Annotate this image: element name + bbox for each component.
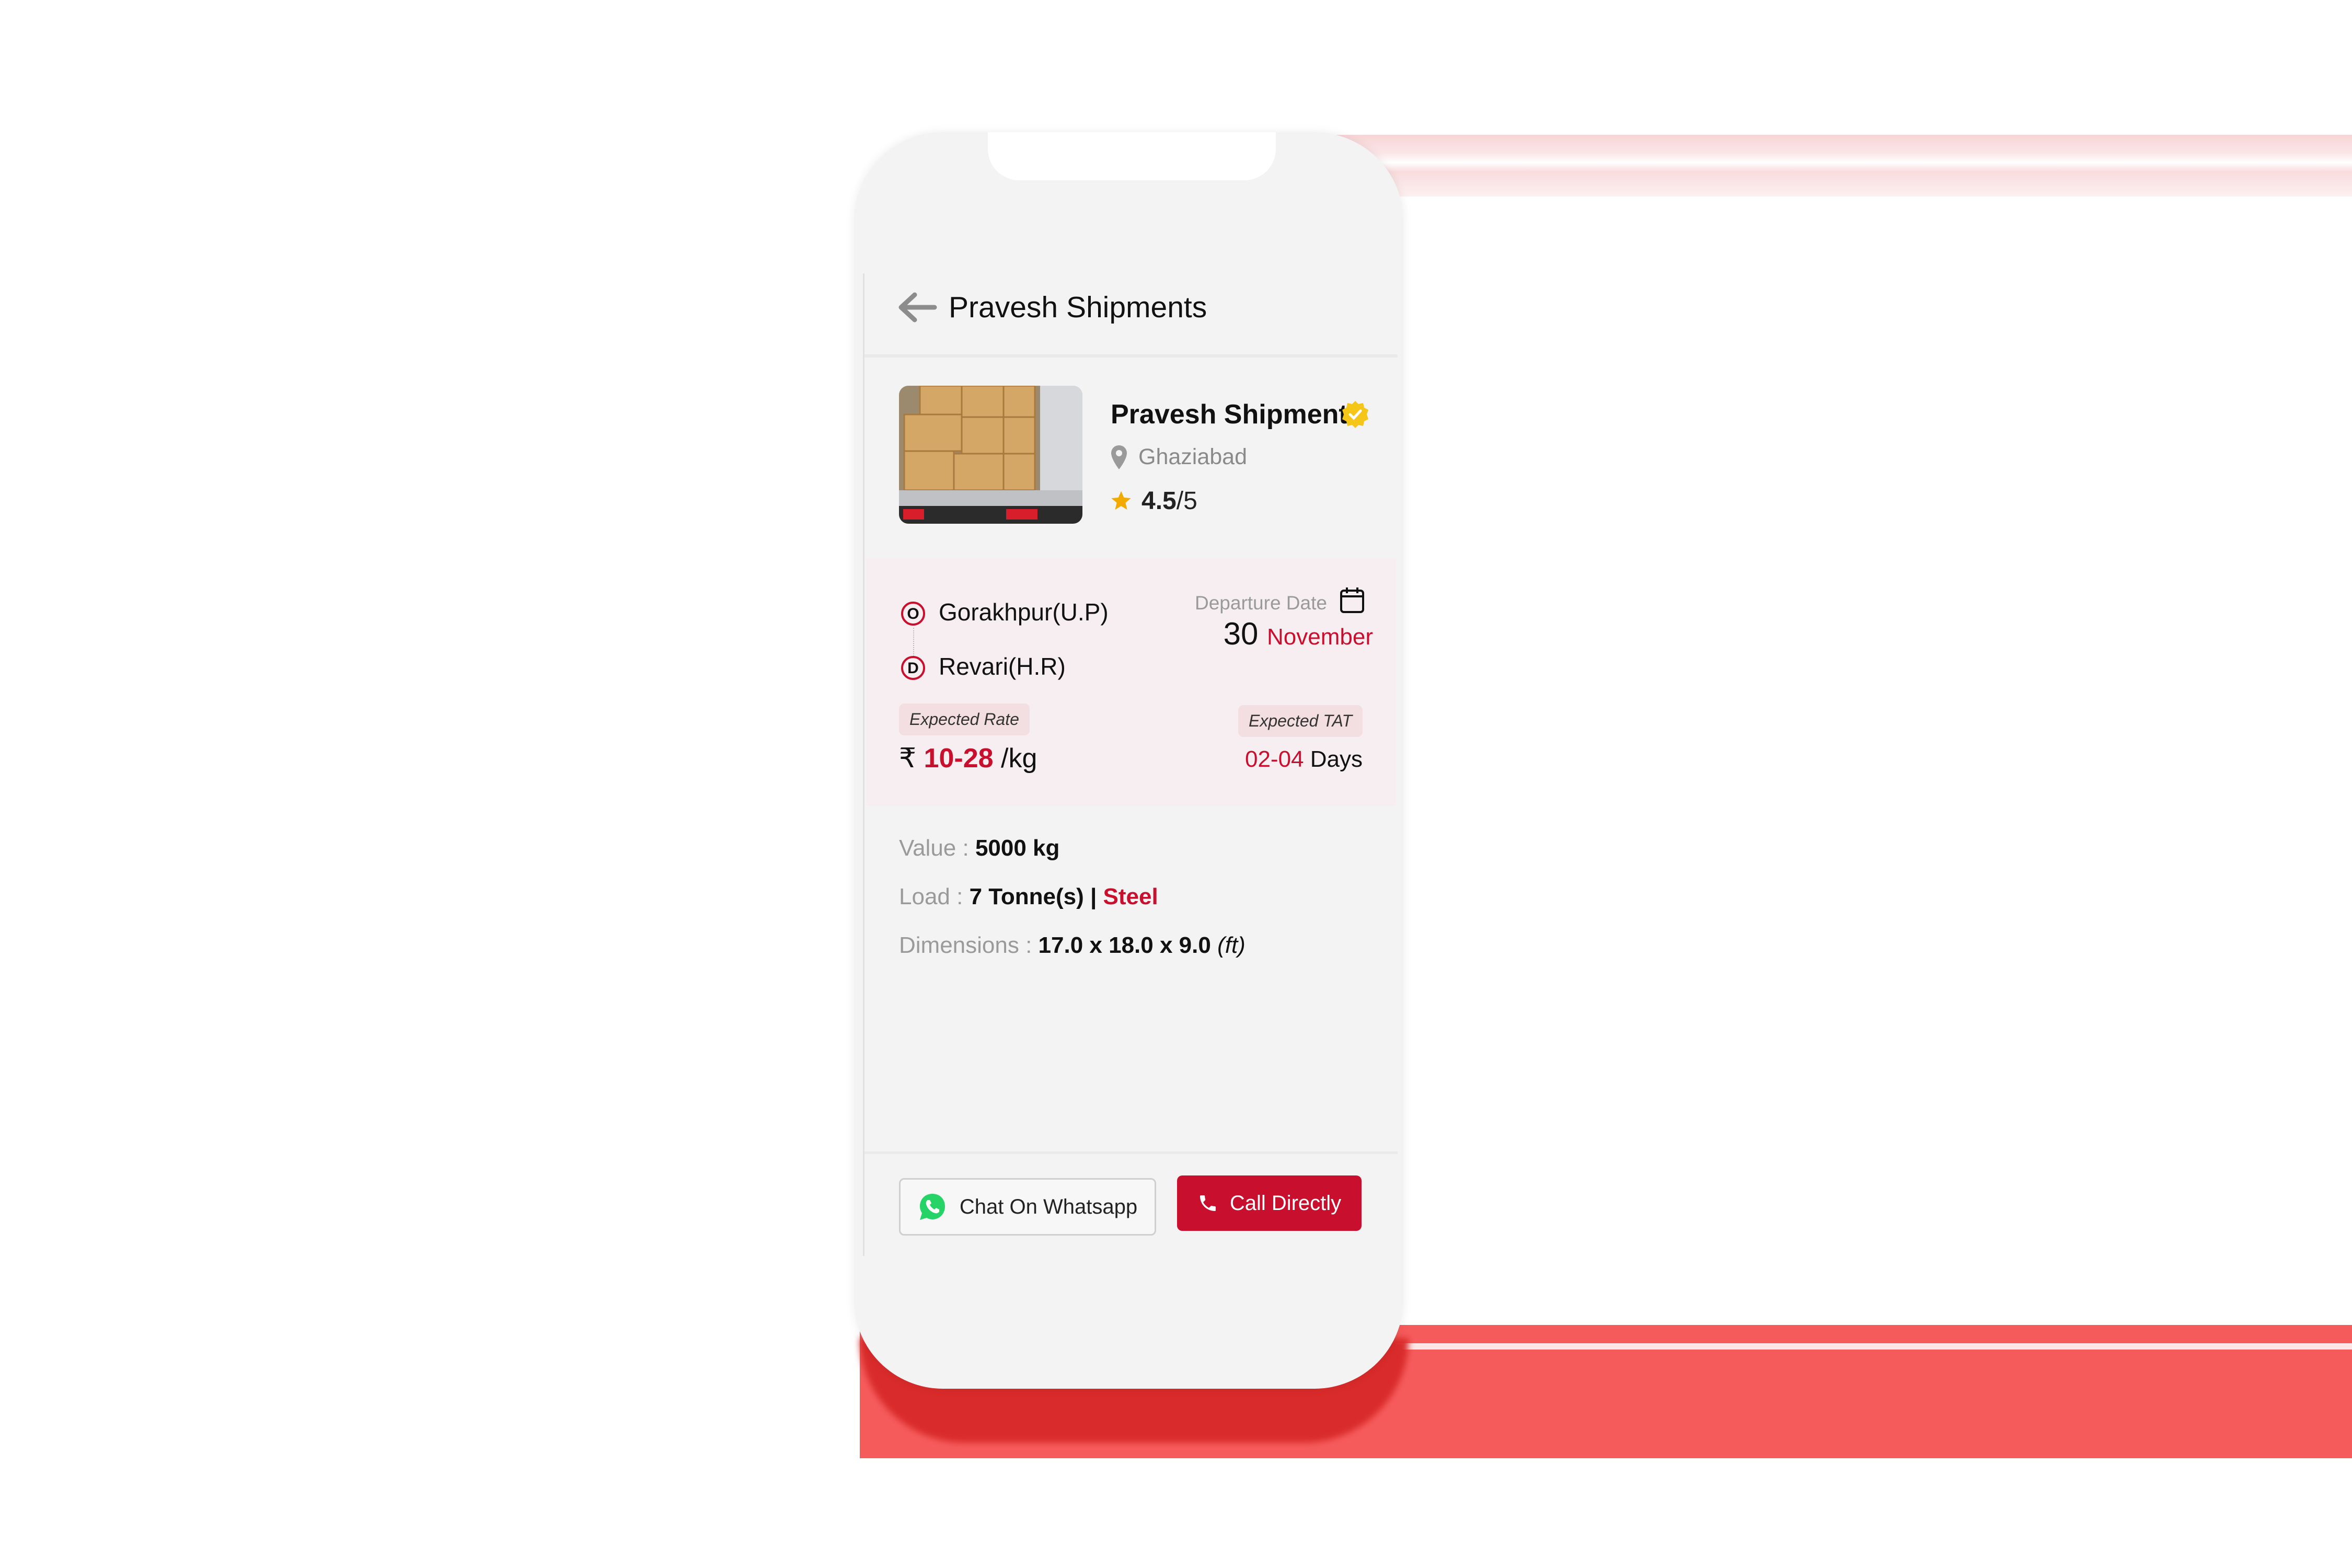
phone-frame: Pravesh Shipments Pravesh Shipments Ghaz… — [854, 132, 1403, 1389]
chat-whatsapp-button[interactable]: Chat On Whatsapp — [899, 1178, 1156, 1236]
rating: 4.5/5 — [1142, 487, 1197, 515]
dimensions-unit: (ft) — [1217, 932, 1246, 958]
whatsapp-button-label: Chat On Whatsapp — [959, 1195, 1138, 1218]
dimensions-row: Dimensions : 17.0 x 18.0 x 9.0 (ft) — [899, 932, 1246, 959]
destination-marker-icon: D — [901, 656, 925, 680]
expected-rate-chip: Expected Rate — [899, 704, 1030, 735]
dimensions-label: Dimensions : — [899, 932, 1039, 958]
page-title: Pravesh Shipments — [949, 291, 1207, 324]
verified-badge-icon — [1342, 401, 1368, 428]
phone-notch — [988, 132, 1276, 180]
phone-icon — [1200, 1195, 1216, 1211]
value-label: Value : — [899, 835, 975, 861]
calendar-icon — [1340, 587, 1364, 613]
value-row: Value : 5000 kg — [899, 835, 1059, 861]
departure-month: November — [1267, 624, 1373, 650]
load-label: Load : — [899, 884, 970, 909]
expected-tat: 02-04 Days — [1245, 746, 1363, 773]
route-connector — [913, 628, 914, 656]
decorative-band-top — [1275, 135, 2352, 197]
shipment-photo — [899, 386, 1082, 524]
rating-value: 4.5 — [1142, 487, 1177, 515]
departure-day: 30 — [1223, 616, 1259, 651]
material: Steel — [1103, 884, 1158, 909]
departure-date: 30 November — [1224, 616, 1373, 652]
origin-marker-icon: O — [901, 602, 925, 626]
destination-city: Revari(H.R) — [939, 653, 1066, 680]
screen-edge — [863, 273, 864, 1256]
expected-tat-chip: Expected TAT — [1238, 705, 1363, 737]
rating-max: /5 — [1176, 487, 1197, 515]
decorative-band-stripe — [1396, 1343, 2352, 1350]
divider — [864, 1151, 1398, 1154]
call-directly-button[interactable]: Call Directly — [1177, 1175, 1362, 1231]
currency-symbol: ₹ — [899, 743, 917, 774]
departure-date-label: Departure Date — [1195, 592, 1327, 614]
origin-city: Gorakhpur(U.P) — [939, 598, 1109, 626]
expected-rate: ₹ 10-28 /kg — [899, 743, 1037, 774]
location-pin-icon — [1111, 445, 1127, 469]
whatsapp-icon — [919, 1194, 945, 1220]
divider — [864, 354, 1398, 358]
load-value: 7 Tonne(s) | — [969, 884, 1103, 909]
rate-value: 10-28 — [924, 743, 994, 774]
dimensions-value: 17.0 x 18.0 x 9.0 — [1038, 932, 1211, 958]
company-name: Pravesh Shipments — [1111, 399, 1363, 430]
load-row: Load : 7 Tonne(s) | Steel — [899, 884, 1158, 910]
company-location: Ghaziabad — [1138, 444, 1247, 469]
value: 5000 kg — [975, 835, 1060, 861]
tat-value: 02-04 — [1244, 746, 1304, 772]
rate-unit: /kg — [1001, 743, 1037, 774]
arrow-left-icon[interactable] — [896, 292, 938, 323]
star-icon — [1111, 491, 1131, 510]
tat-unit: Days — [1310, 746, 1363, 772]
call-button-label: Call Directly — [1229, 1191, 1342, 1215]
